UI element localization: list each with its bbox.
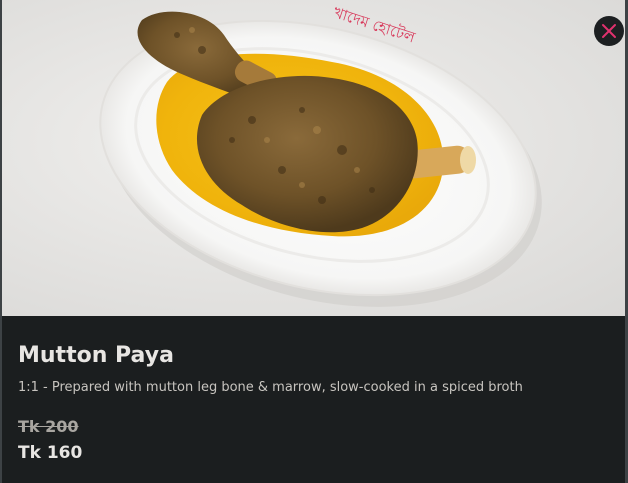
dish-illustration: খাদেম হোটেল: [99, 3, 542, 307]
close-button[interactable]: [594, 16, 624, 46]
original-price: Tk 200: [18, 417, 79, 436]
item-detail-modal: খাদেম হোটেল Mutton Paya 1:1 - Prepared w…: [2, 0, 625, 483]
dish-photo: খাদেম হোটেল: [2, 0, 625, 316]
item-description: 1:1 - Prepared with mutton leg bone & ma…: [18, 380, 523, 395]
discounted-price: Tk 160: [18, 443, 83, 463]
item-info: Mutton Paya 1:1 - Prepared with mutton l…: [2, 316, 625, 483]
close-x-icon: [602, 24, 616, 38]
item-title: Mutton Paya: [18, 343, 174, 368]
